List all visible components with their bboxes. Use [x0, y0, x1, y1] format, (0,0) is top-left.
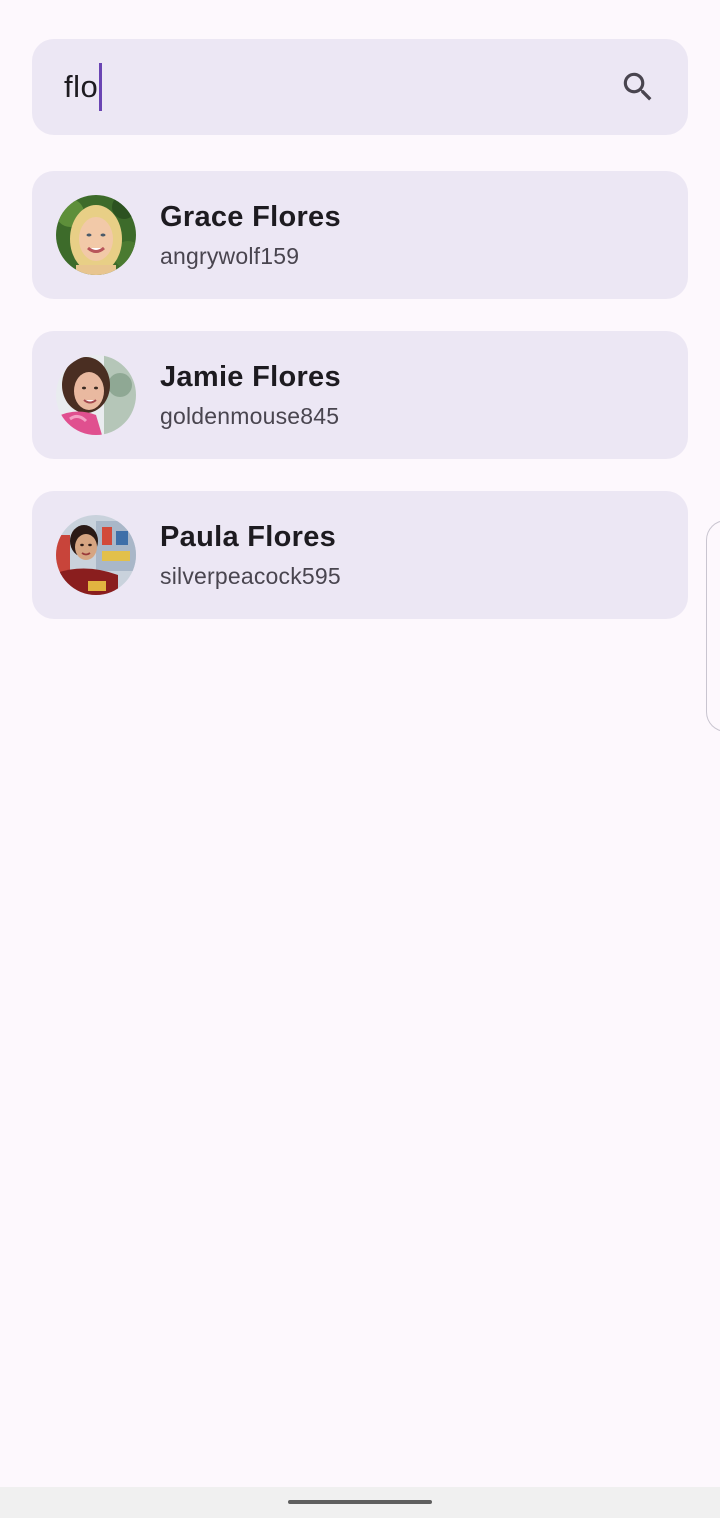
item-name: Paula Flores: [160, 521, 337, 553]
item-username: goldenmouse845: [160, 403, 340, 429]
results-list: Grace Flores angrywolf159 Jamie Flores g…: [32, 171, 688, 651]
item-username: silverpeacock595: [160, 563, 341, 589]
list-item[interactable]: Jamie Flores goldenmouse845: [32, 331, 688, 459]
avatar: [56, 195, 136, 275]
list-item[interactable]: Grace Flores angrywolf159: [32, 171, 688, 299]
item-info: Jamie Flores goldenmouse845: [160, 359, 341, 431]
list-item[interactable]: Paula Flores silverpeacock595: [32, 491, 688, 619]
edge-panel-handle[interactable]: [706, 520, 720, 732]
item-name: Grace Flores: [160, 201, 341, 233]
system-navigation-bar: [0, 1487, 720, 1518]
home-indicator[interactable]: [288, 1499, 432, 1504]
search-icon[interactable]: [618, 67, 658, 107]
search-bar[interactable]: flo: [32, 39, 688, 135]
search-input[interactable]: flo: [64, 63, 618, 111]
item-info: Grace Flores angrywolf159: [160, 199, 341, 271]
text-caret: [99, 63, 103, 111]
avatar: [56, 515, 136, 595]
item-info: Paula Flores silverpeacock595: [160, 519, 341, 591]
avatar: [56, 355, 136, 435]
item-name: Jamie Flores: [160, 361, 341, 393]
screen: flo Grace Flores angrywolf159 Jamie Flor…: [0, 0, 720, 1518]
item-username: angrywolf159: [160, 243, 300, 269]
search-input-text: flo: [64, 69, 99, 104]
